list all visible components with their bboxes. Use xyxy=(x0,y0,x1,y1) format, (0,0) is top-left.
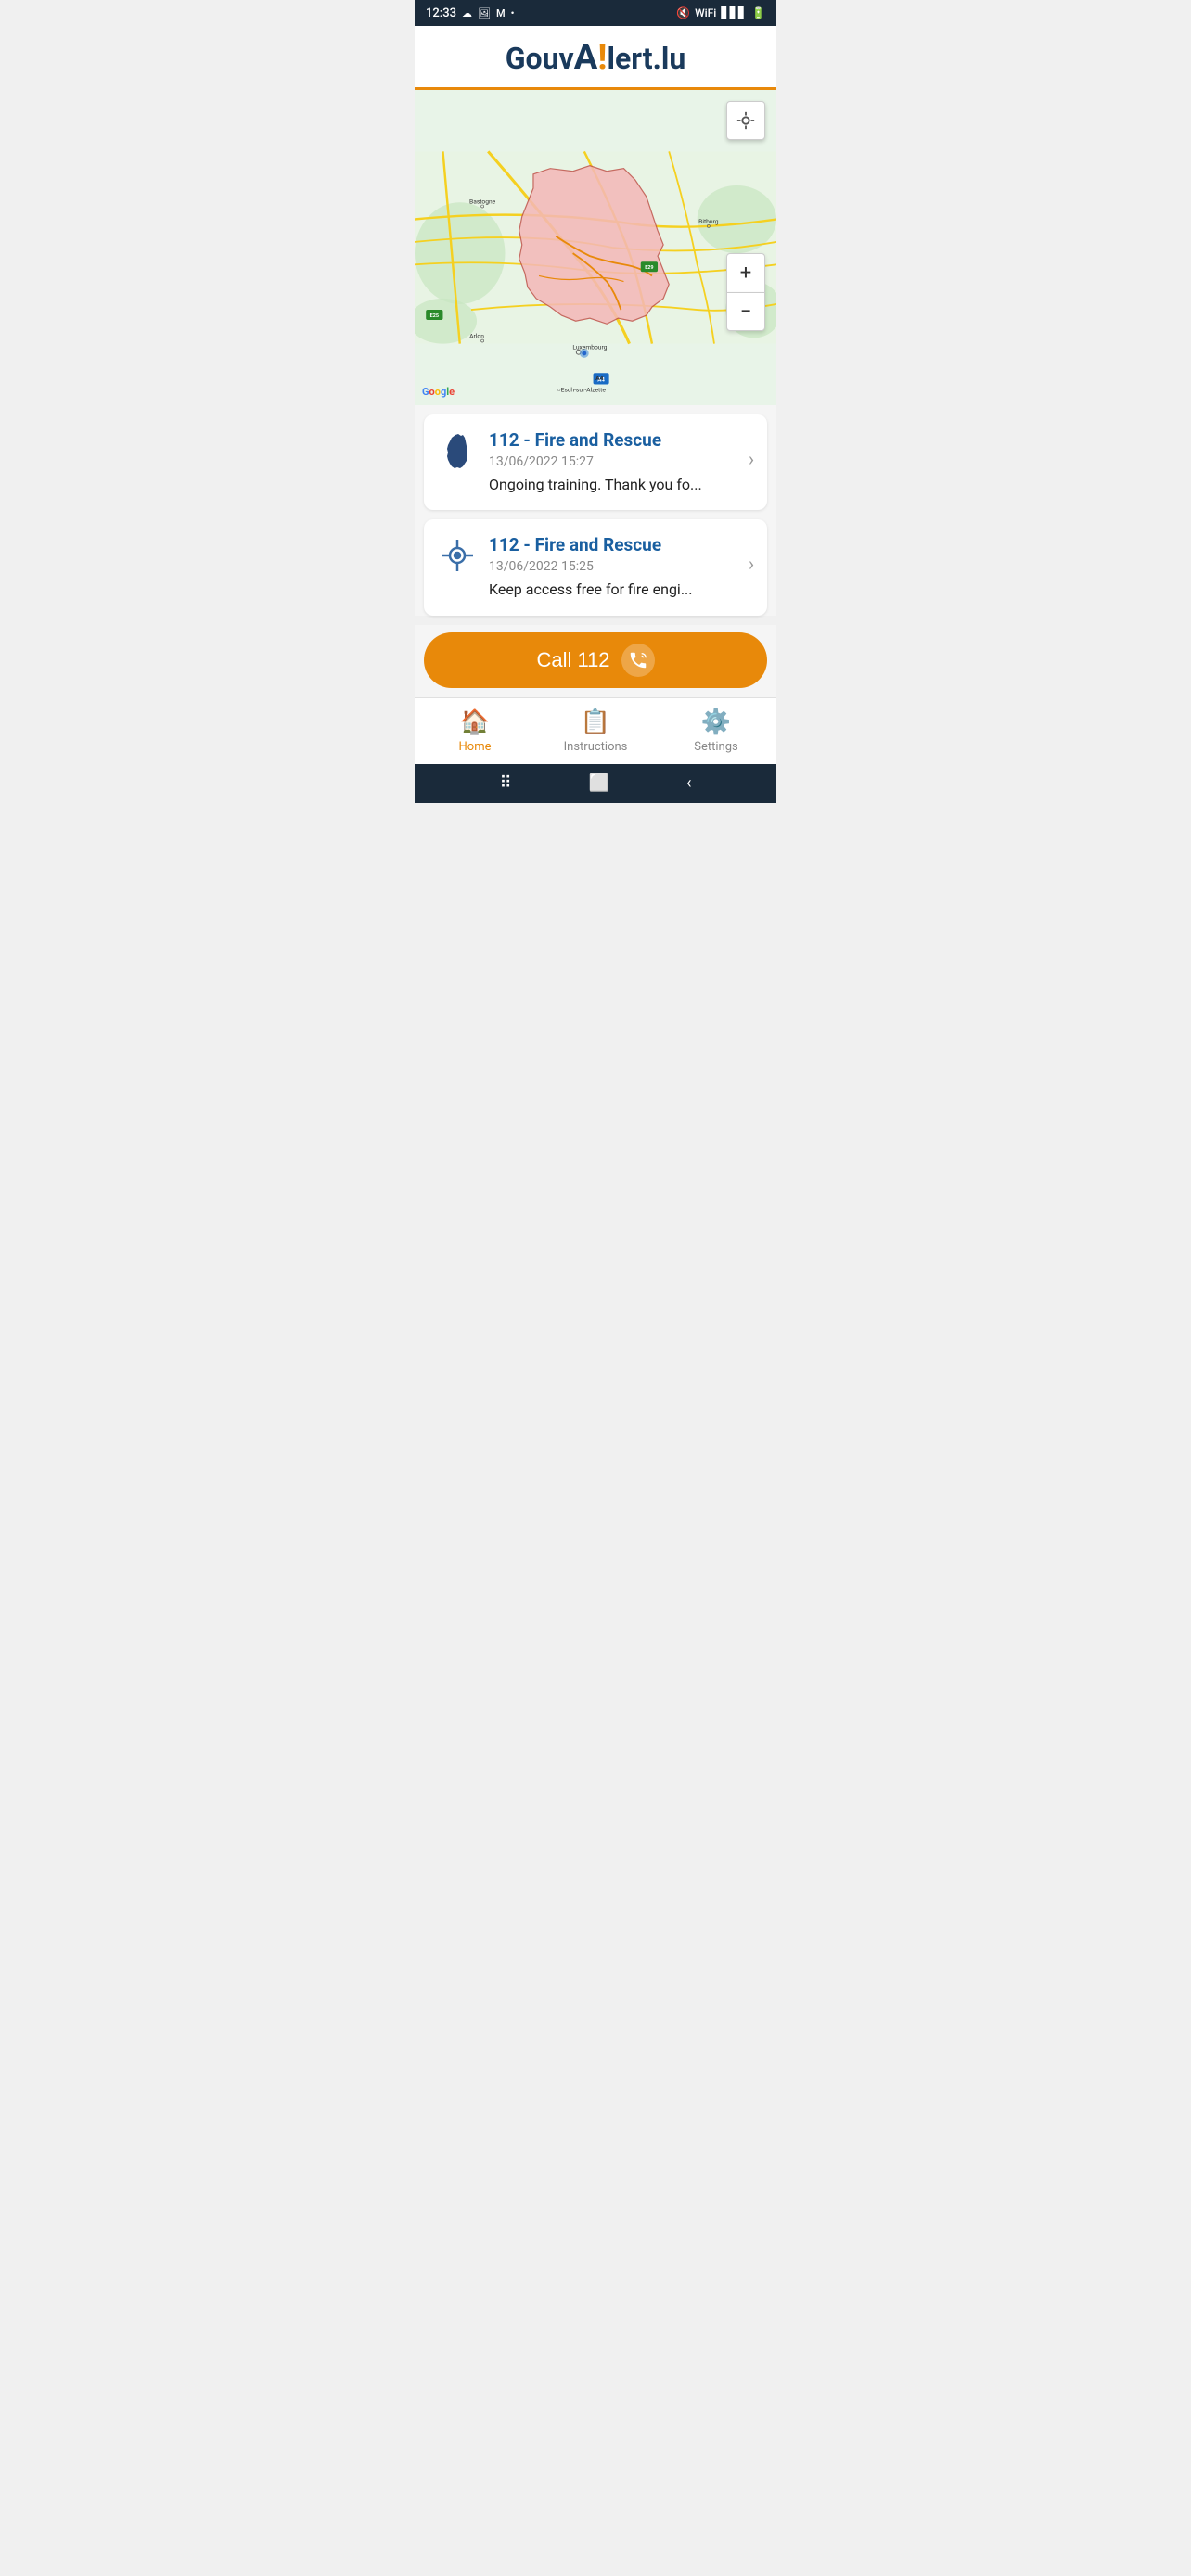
system-nav-bar: ⠿ ⬜ ‹ xyxy=(415,764,776,803)
sys-nav-home-button[interactable]: ⬜ xyxy=(589,773,609,793)
alert-timestamp-2: 13/06/2022 15:25 xyxy=(489,559,737,574)
alert-content-1: 112 - Fire and Rescue 13/06/2022 15:27 O… xyxy=(489,429,737,495)
alert-content-2: 112 - Fire and Rescue 13/06/2022 15:25 K… xyxy=(489,534,737,600)
status-bar-right: 🔇 WiFi ▋▋▋ 🔋 xyxy=(676,6,765,19)
alert-icon-2 xyxy=(437,534,478,573)
status-bar: 12:33 ☁ 🖼 M • 🔇 WiFi ▋▋▋ 🔋 xyxy=(415,0,776,26)
svg-text:A4: A4 xyxy=(596,375,603,382)
sys-nav-recent-button[interactable]: ⠿ xyxy=(499,773,511,793)
map-svg: A4 E29 E25 Bastogne Bitburg Trier Arlon … xyxy=(415,90,776,405)
battery-icon: 🔋 xyxy=(751,6,765,19)
sys-nav-back-button[interactable]: ‹ xyxy=(686,773,691,793)
location-crosshair-icon xyxy=(440,538,475,573)
nav-label-instructions: Instructions xyxy=(564,740,628,754)
map-zoom-controls: + − xyxy=(726,253,765,331)
instructions-icon: 📋 xyxy=(581,708,610,736)
wifi-icon: WiFi xyxy=(695,6,716,19)
svg-text:Luxembourg: Luxembourg xyxy=(572,344,607,351)
svg-text:○Esch-sur-Alzette: ○Esch-sur-Alzette xyxy=(557,386,607,393)
logo-lert: lert xyxy=(608,41,653,76)
home-icon: 🏠 xyxy=(460,708,490,736)
dot-icon: • xyxy=(511,7,515,19)
cloud-icon: ☁ xyxy=(462,7,472,19)
status-bar-left: 12:33 ☁ 🖼 M • xyxy=(426,6,514,20)
map-container[interactable]: A4 E29 E25 Bastogne Bitburg Trier Arlon … xyxy=(415,90,776,405)
logo-dot-lu: .lu xyxy=(653,41,686,76)
alert-message-1: Ongoing training. Thank you fo... xyxy=(489,475,737,495)
nav-item-instructions[interactable]: 📋 Instructions xyxy=(535,698,656,764)
call-112-button[interactable]: Call 112 xyxy=(424,632,767,688)
alert-title-2: 112 - Fire and Rescue xyxy=(489,534,737,555)
alert-card-2[interactable]: 112 - Fire and Rescue 13/06/2022 15:25 K… xyxy=(424,519,767,615)
google-logo: Google xyxy=(422,386,455,398)
logo-exclaim: ! xyxy=(597,37,607,78)
settings-icon: ⚙️ xyxy=(701,708,731,736)
alert-arrow-2[interactable]: › xyxy=(749,534,754,575)
call-btn-label: Call 112 xyxy=(536,648,609,672)
nav-item-settings[interactable]: ⚙️ Settings xyxy=(656,698,776,764)
mail-icon: M xyxy=(496,7,506,19)
luxembourg-silhouette-icon xyxy=(441,433,474,474)
svg-text:Bitburg: Bitburg xyxy=(698,218,719,225)
map-zoom-in-button[interactable]: + xyxy=(726,253,765,292)
app-logo: GouvA!lert.lu xyxy=(433,37,758,78)
call-btn-section: Call 112 xyxy=(415,625,776,697)
signal-icon: ▋▋▋ xyxy=(721,6,747,19)
alerts-section: 112 - Fire and Rescue 13/06/2022 15:27 O… xyxy=(415,405,776,616)
phone-waves-icon xyxy=(628,650,648,670)
nav-item-home[interactable]: 🏠 Home xyxy=(415,698,535,764)
svg-text:Bastogne: Bastogne xyxy=(469,198,496,205)
alert-arrow-1[interactable]: › xyxy=(749,429,754,470)
map-locate-button[interactable] xyxy=(726,101,765,140)
map-zoom-out-button[interactable]: − xyxy=(726,292,765,331)
alert-timestamp-1: 13/06/2022 15:27 xyxy=(489,454,737,469)
app-header: GouvA!lert.lu xyxy=(415,26,776,90)
alert-title-1: 112 - Fire and Rescue xyxy=(489,429,737,451)
status-time: 12:33 xyxy=(426,6,456,20)
alert-message-2: Keep access free for fire engi... xyxy=(489,580,737,600)
image-icon: 🖼 xyxy=(478,7,491,19)
phone-icon xyxy=(621,644,655,677)
alert-icon-1 xyxy=(437,429,478,474)
logo-gouv: Gouv xyxy=(506,41,574,76)
svg-text:E29: E29 xyxy=(645,265,653,271)
nav-label-home: Home xyxy=(459,740,492,754)
logo-a: A xyxy=(574,37,598,78)
mute-icon: 🔇 xyxy=(676,6,690,19)
svg-text:Arlon: Arlon xyxy=(469,333,484,340)
svg-text:E25: E25 xyxy=(430,313,439,319)
alert-card-1[interactable]: 112 - Fire and Rescue 13/06/2022 15:27 O… xyxy=(424,414,767,510)
nav-label-settings: Settings xyxy=(694,740,737,754)
bottom-nav: 🏠 Home 📋 Instructions ⚙️ Settings xyxy=(415,697,776,764)
